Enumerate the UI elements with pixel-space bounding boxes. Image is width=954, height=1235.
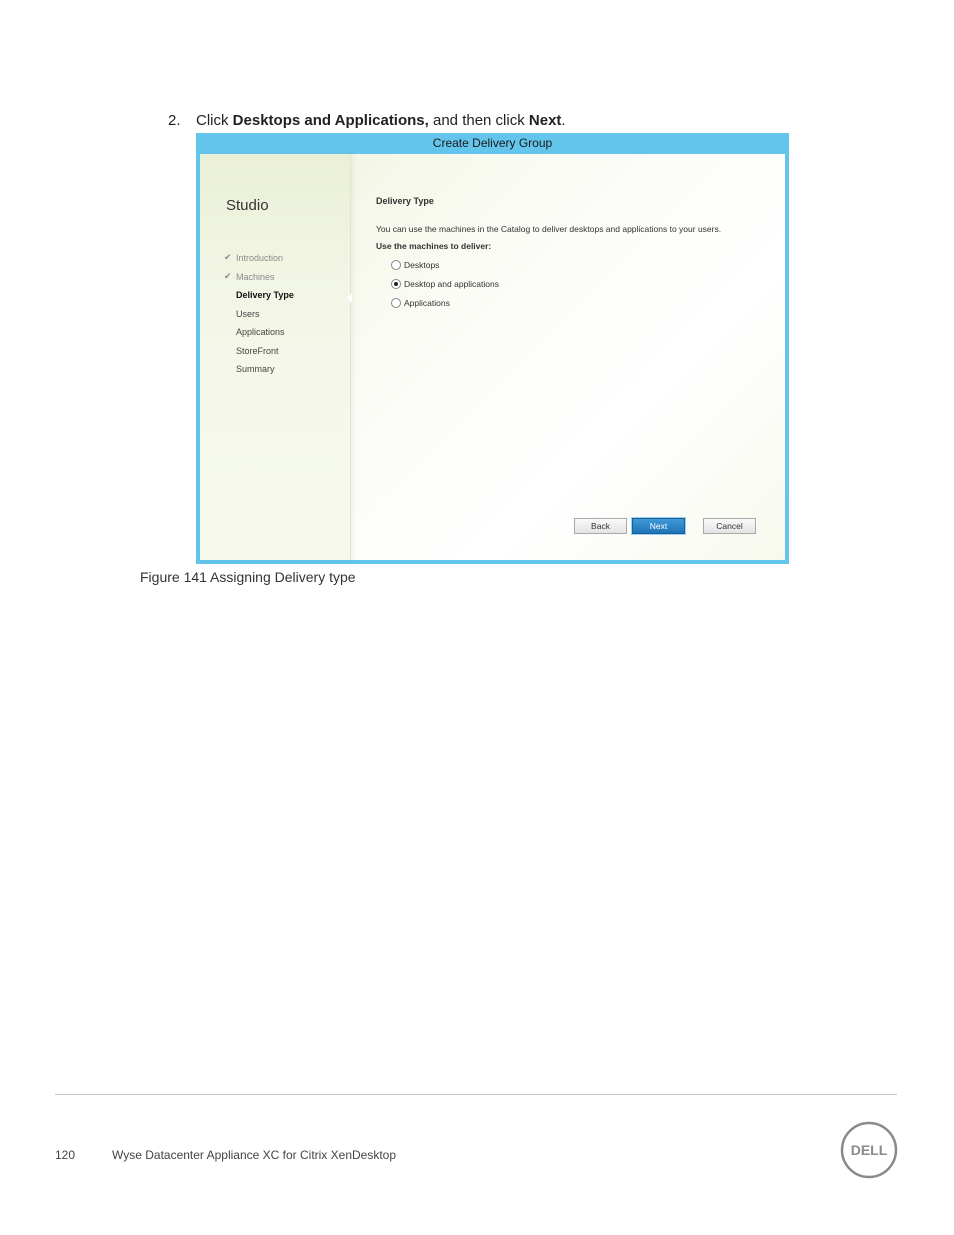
dialog-client-area: Studio ✔ Introduction ✔ Machines Delivery … (200, 154, 785, 560)
wizard-step-label: Introduction (236, 253, 284, 263)
page-number: 120 (55, 1148, 76, 1162)
wizard-step-label: StoreFront (236, 345, 279, 356)
step-middle: and then click (428, 112, 529, 129)
wizard-sidebar: Studio ✔ Introduction ✔ Machines Delivery … (200, 154, 351, 560)
radio-button-selected-icon[interactable] (391, 278, 401, 289)
wizard-steps: ✔ Introduction ✔ Machines Delivery Type Us… (224, 252, 294, 383)
step-suffix: . (561, 112, 566, 129)
step-bold-next: Next (528, 112, 562, 129)
wizard-step-delivery-type: Delivery Type (224, 290, 294, 309)
step-number: 2. (168, 112, 181, 129)
instruction-step: 2. Click Desktops and Applications, and t… (168, 112, 566, 129)
wizard-step-label: Users (236, 308, 260, 319)
radio-button-icon[interactable] (391, 297, 401, 308)
wizard-step-machines: ✔ Machines (224, 270, 294, 291)
radio-option-applications[interactable]: Applications (391, 297, 450, 309)
step-bold-option: Desktops and Applications, (232, 112, 429, 129)
create-delivery-group-dialog: Create Delivery Group Studio ✔ Introducti… (196, 133, 789, 564)
next-button[interactable]: Next (632, 518, 685, 534)
wizard-step-label: Delivery Type (236, 290, 294, 300)
wizard-step-introduction: ✔ Introduction (224, 252, 294, 272)
wizard-step-label: Summary (236, 364, 275, 374)
wizard-main-panel: Delivery Type You can use the machines i… (376, 154, 785, 560)
wizard-step-storefront: StoreFront (224, 346, 294, 365)
wizard-step-label: Applications (236, 327, 285, 337)
studio-brand: Studio (226, 197, 269, 214)
active-step-pointer-icon (347, 293, 352, 303)
wizard-step-applications: Applications (224, 327, 294, 346)
figure-caption: Figure 141 Assigning Delivery type (140, 569, 356, 585)
section-description: You can use the machines in the Catalog … (376, 224, 722, 234)
wizard-step-users: Users (224, 309, 294, 328)
use-machines-label: Use the machines to deliver: (376, 241, 492, 251)
dell-logo-icon: DELL (840, 1121, 898, 1179)
radio-label: Desktops (404, 260, 440, 270)
checkmark-icon: ✔ (224, 270, 232, 281)
section-title: Delivery Type (376, 196, 434, 206)
checkmark-icon: ✔ (224, 252, 232, 262)
step-prefix: Click (196, 112, 233, 129)
radio-option-desktop-and-applications[interactable]: Desktop and applications (391, 278, 499, 290)
dialog-title: Create Delivery Group (432, 136, 553, 150)
radio-button-icon[interactable] (391, 259, 401, 270)
document-title: Wyse Datacenter Appliance XC for Citrix … (112, 1148, 397, 1162)
wizard-step-label: Machines (236, 271, 275, 282)
cancel-button[interactable]: Cancel (703, 518, 756, 534)
back-button[interactable]: Back (574, 518, 627, 534)
logo-text: DELL (851, 1142, 888, 1158)
radio-label: Applications (404, 298, 450, 308)
footer-divider (55, 1094, 897, 1095)
wizard-step-summary: Summary (224, 364, 294, 383)
radio-label: Desktop and applications (404, 279, 499, 289)
radio-option-desktops[interactable]: Desktops (391, 259, 440, 271)
